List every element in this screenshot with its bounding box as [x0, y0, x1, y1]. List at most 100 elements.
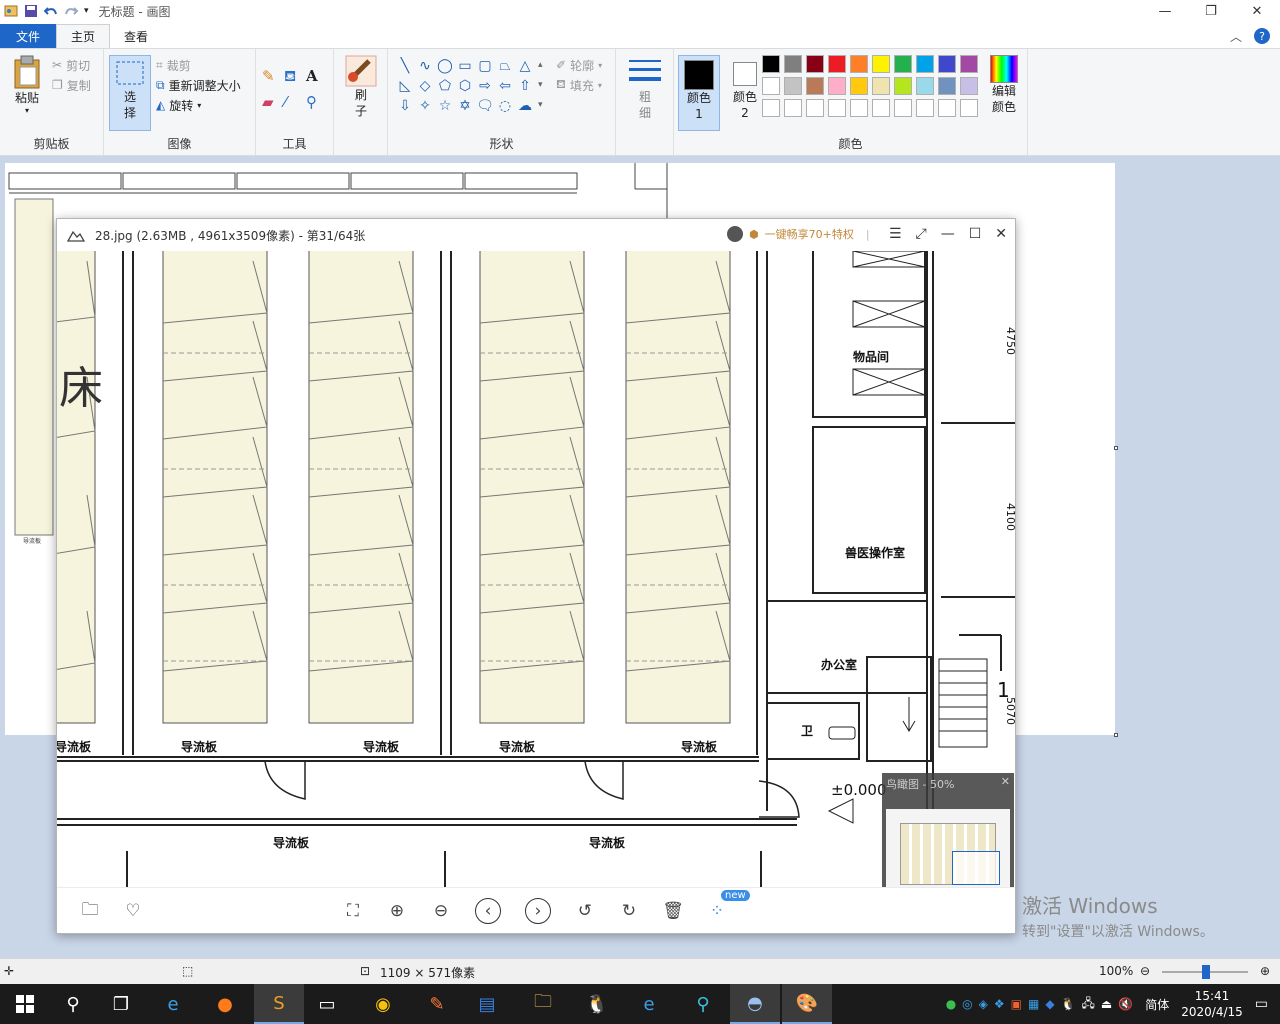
tray-app-icon-1[interactable]: ◎ — [962, 997, 972, 1011]
notification-icon[interactable]: ▭ — [1255, 996, 1268, 1012]
next-image-icon[interactable]: › — [525, 898, 551, 924]
shape-arrow-left-icon[interactable]: ⇦ — [496, 77, 514, 95]
tray-app-icon-5[interactable]: ▦ — [1028, 997, 1039, 1011]
qq-icon[interactable]: 🐧 — [572, 984, 622, 1024]
zoom-out-icon[interactable]: ⊖ — [428, 898, 454, 924]
minimize-button[interactable]: — — [1142, 0, 1188, 22]
tab-home[interactable]: 主页 — [56, 24, 111, 48]
shape-curve-icon[interactable]: ∿ — [416, 57, 434, 75]
shape-hexagon-icon[interactable]: ⬡ — [456, 77, 474, 95]
shape-arrow-down-icon[interactable]: ⇩ — [396, 97, 414, 115]
start-windows-icon[interactable] — [0, 984, 50, 1024]
task-view-icon[interactable]: ❐ — [96, 984, 146, 1024]
palette-swatch[interactable] — [806, 55, 824, 73]
favorite-icon[interactable]: ♡ — [120, 898, 146, 924]
customize-qat-icon[interactable]: ▾ — [84, 6, 89, 16]
magnifier-icon[interactable]: ⚲ — [306, 93, 328, 119]
shape-polygon-icon[interactable]: ⏢ — [496, 57, 514, 75]
eraser-icon[interactable]: ▰ — [262, 93, 284, 119]
zoom-slider[interactable] — [1162, 965, 1248, 979]
palette-swatch[interactable] — [784, 77, 802, 95]
collapse-ribbon-icon[interactable]: ︿ — [1230, 28, 1242, 45]
shape-right-triangle-icon[interactable]: ◺ — [396, 77, 414, 95]
help-icon[interactable]: ? — [1254, 28, 1270, 44]
rotate-button[interactable]: ◭ 旋转 ▾ — [156, 95, 241, 115]
palette-swatch[interactable] — [806, 77, 824, 95]
viewer-close-button[interactable]: ✕ — [995, 226, 1007, 242]
open-folder-icon[interactable]: 🗀 — [77, 898, 103, 924]
edge-icon[interactable]: e — [624, 984, 674, 1024]
volume-muted-icon[interactable]: 🔇 — [1118, 997, 1133, 1011]
tray-app-icon-6[interactable]: ◆ — [1045, 997, 1054, 1011]
cut-button[interactable]: ✂ 剪切 — [52, 55, 91, 75]
palette-swatch[interactable] — [938, 55, 956, 73]
palette-swatch[interactable] — [828, 77, 846, 95]
canvas-resize-handle-right[interactable] — [1114, 446, 1118, 450]
undo-icon[interactable] — [43, 4, 58, 18]
navigator-close-icon[interactable]: ✕ — [1001, 775, 1010, 788]
shape-scroll[interactable]: ▴ ▾ ▾ — [538, 55, 543, 115]
select-button[interactable]: 选择 — [109, 55, 151, 131]
shape-arrow-up-icon[interactable]: ⇧ — [516, 77, 534, 95]
file-explorer-icon[interactable]: 🗀 — [518, 984, 568, 1024]
shape-rectangle-icon[interactable]: ▭ — [456, 57, 474, 75]
brush-button[interactable]: 刷子 — [342, 55, 380, 119]
shape-triangle-icon[interactable]: △ — [516, 57, 534, 75]
palette-swatch[interactable] — [938, 77, 956, 95]
search-icon[interactable]: ⚲ — [48, 984, 98, 1024]
shape-star5-icon[interactable]: ☆ — [436, 97, 454, 115]
palette-swatch[interactable] — [784, 55, 802, 73]
fullscreen-icon[interactable]: ⤢ — [916, 226, 927, 242]
palette-swatch[interactable] — [850, 55, 868, 73]
shape-line-icon[interactable]: ╲ — [396, 57, 414, 75]
rotate-left-icon[interactable]: ↺ — [572, 898, 598, 924]
palette-swatch[interactable] — [806, 99, 824, 117]
size-button[interactable]: 粗细 — [626, 57, 664, 121]
palette-swatch[interactable] — [894, 99, 912, 117]
canvas-resize-handle-corner[interactable] — [1114, 733, 1118, 737]
palette-swatch[interactable] — [960, 77, 978, 95]
palette-swatch[interactable] — [960, 55, 978, 73]
paint-taskbar-icon[interactable]: 🎨 — [782, 984, 832, 1024]
palette-swatch[interactable] — [938, 99, 956, 117]
ie-icon[interactable]: e — [148, 984, 198, 1024]
wechat-icon[interactable]: ● — [946, 997, 956, 1011]
color2-button[interactable]: 颜色 2 — [724, 55, 766, 131]
tray-app-icon-3[interactable]: ❖ — [994, 997, 1005, 1011]
palette-swatch[interactable] — [850, 99, 868, 117]
shape-arrow-right-icon[interactable]: ⇨ — [476, 77, 494, 95]
tray-app-icon-4[interactable]: ▣ — [1011, 997, 1022, 1011]
copy-button[interactable]: ❐ 复制 — [52, 75, 91, 95]
viewer-minimize-button[interactable]: — — [941, 226, 955, 242]
fill-bucket-icon[interactable]: ⛾ — [284, 67, 306, 93]
crop-button[interactable]: ⌗ 裁剪 — [156, 55, 241, 75]
previous-image-icon[interactable]: ‹ — [475, 898, 501, 924]
shape-star4-icon[interactable]: ✧ — [416, 97, 434, 115]
shape-callout-oval-icon[interactable]: ◌ — [496, 97, 514, 115]
palette-swatch[interactable] — [916, 55, 934, 73]
fit-window-icon[interactable]: ⛶ — [340, 898, 366, 924]
close-button[interactable]: ✕ — [1234, 0, 1280, 22]
bird-eye-navigator[interactable]: 鸟瞰图 - 50% ✕ — [882, 773, 1014, 887]
vip-promo-button[interactable]: ⬢ 一键畅享70+特权 | — [727, 226, 870, 242]
more-apps-icon[interactable]: ⁘ — [704, 898, 730, 924]
terminal-icon[interactable]: ▭ — [302, 984, 352, 1024]
palette-swatch[interactable] — [960, 99, 978, 117]
viewer-maximize-button[interactable]: ☐ — [969, 226, 982, 242]
zoom-slider-thumb[interactable] — [1202, 965, 1210, 979]
text-tool-icon[interactable]: A — [306, 67, 328, 93]
color-picker-icon[interactable]: ⁄ — [284, 93, 306, 119]
palette-swatch[interactable] — [872, 77, 890, 95]
shape-oval-icon[interactable]: ◯ — [436, 57, 454, 75]
shape-star6-icon[interactable]: ✡ — [456, 97, 474, 115]
image-viewer-taskbar-icon[interactable]: ◓ — [730, 984, 780, 1024]
search-app-icon[interactable]: ⚲ — [678, 984, 728, 1024]
palette-swatch[interactable] — [828, 99, 846, 117]
outline-button[interactable]: ✐ 轮廓 ▾ — [556, 55, 602, 75]
menu-icon[interactable]: ☰ — [889, 226, 902, 242]
palette-swatch[interactable] — [784, 99, 802, 117]
shape-callout-cloud-icon[interactable]: ☁ — [516, 97, 534, 115]
shape-callout-rect-icon[interactable]: 🗨 — [476, 97, 494, 115]
palette-swatch[interactable] — [762, 77, 780, 95]
color1-button[interactable]: 颜色 1 — [678, 55, 720, 131]
